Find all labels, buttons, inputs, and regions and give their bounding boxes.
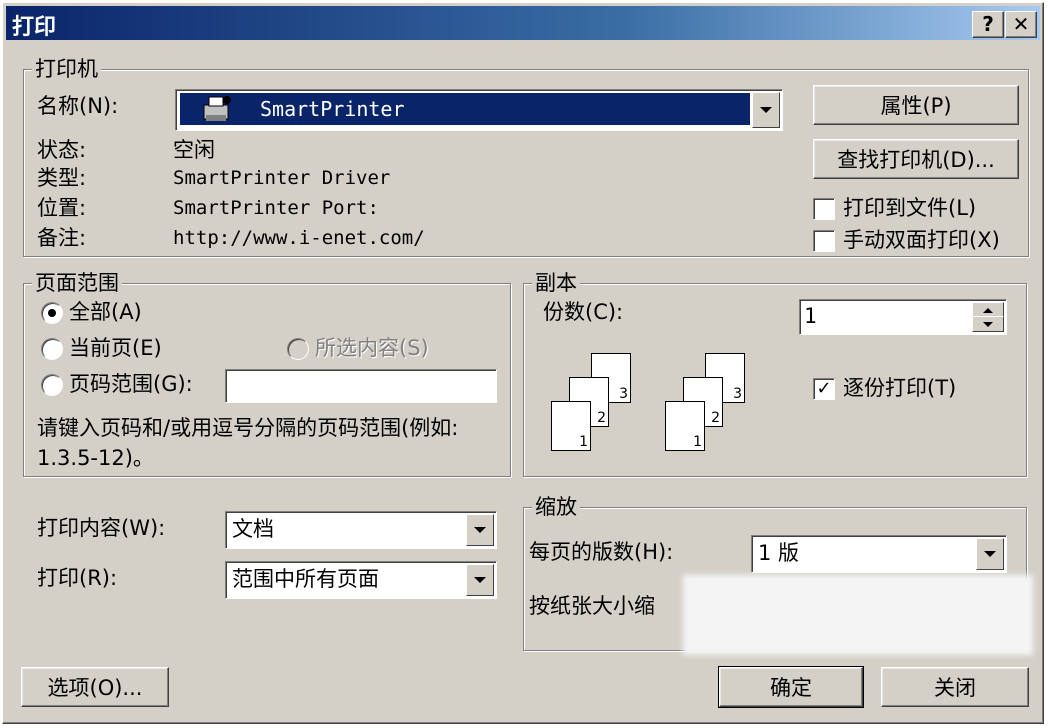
print-what-combo[interactable]: 文档 — [225, 511, 497, 549]
scale-to-paper-label: 按纸张大小缩 — [529, 594, 655, 618]
find-printer-button[interactable]: 查找打印机(D)... — [813, 139, 1019, 179]
range-pages-radio[interactable] — [41, 374, 63, 396]
print-label: 打印(R): — [37, 566, 118, 590]
range-current-label: 当前页(E) — [69, 336, 162, 360]
where-label: 位置: — [37, 196, 87, 220]
title-bar[interactable]: 打印 ? ✕ — [6, 6, 1040, 40]
spin-down-button[interactable] — [972, 316, 1004, 332]
chevron-down-icon — [474, 577, 486, 583]
chevron-down-icon — [474, 527, 486, 533]
range-pages-label: 页码范围(G): — [69, 372, 193, 396]
page-1-icon: 1 — [665, 401, 705, 451]
collate-stack-icon: 3 2 1 — [551, 353, 631, 453]
copies-spinner[interactable]: 1 — [799, 299, 1007, 335]
pages-per-sheet-dropdown-arrow[interactable] — [976, 538, 1004, 570]
copies-count-value: 1 — [804, 304, 817, 328]
copies-legend: 副本 — [532, 270, 580, 296]
comment-label: 备注: — [37, 226, 87, 250]
help-button[interactable]: ? — [972, 11, 1004, 38]
ok-button[interactable]: 确定 — [718, 666, 864, 708]
collate-checkbox[interactable]: ✓ — [813, 378, 835, 400]
collate-label: 逐份打印(T) — [843, 376, 957, 400]
comment-value: http://www.i-enet.com/ — [173, 227, 425, 249]
status-label: 状态: — [37, 138, 87, 162]
pages-per-sheet-label: 每页的版数(H): — [529, 540, 674, 564]
range-selection-label: 所选内容(S) — [315, 336, 429, 360]
close-button[interactable]: 关闭 — [881, 667, 1029, 707]
print-pages-dropdown-arrow[interactable] — [466, 564, 494, 596]
printer-name-value: SmartPrinter — [260, 97, 405, 121]
where-value: SmartPrinter Port: — [173, 197, 379, 219]
page-range-input[interactable] — [225, 369, 497, 403]
status-value: 空闲 — [173, 138, 215, 162]
manual-duplex-checkbox[interactable] — [813, 230, 835, 252]
collate-stack-icon-2: 3 2 1 — [665, 353, 745, 453]
print-pages-combo[interactable]: 范围中所有页面 — [225, 561, 497, 599]
range-selection-radio[interactable] — [287, 338, 309, 360]
print-pages-value: 范围中所有页面 — [232, 567, 379, 591]
printer-icon — [202, 95, 232, 123]
chevron-up-icon — [983, 307, 993, 313]
zoom-legend: 缩放 — [532, 494, 580, 520]
printer-dropdown-arrow[interactable] — [752, 92, 780, 128]
page-range-hint: 请键入页码和/或用逗号分隔的页码范围(例如: 1.3.5-12)。 — [37, 416, 459, 470]
window-title: 打印 — [12, 15, 57, 40]
printer-name-combo[interactable]: SmartPrinter — [175, 89, 783, 131]
range-all-label: 全部(A) — [69, 300, 142, 324]
pages-per-sheet-combo[interactable]: 1 版 — [751, 535, 1007, 573]
close-window-button[interactable]: ✕ — [1005, 11, 1037, 38]
type-value: SmartPrinter Driver — [173, 167, 391, 189]
type-label: 类型: — [37, 166, 87, 190]
print-what-dropdown-arrow[interactable] — [466, 514, 494, 546]
page-1-icon: 1 — [551, 401, 591, 451]
print-what-label: 打印内容(W): — [37, 516, 166, 540]
printer-name-label: 名称(N): — [37, 94, 119, 118]
printer-legend: 打印机 — [32, 56, 101, 82]
print-to-file-checkbox[interactable] — [813, 198, 835, 220]
properties-button[interactable]: 属性(P) — [813, 85, 1019, 125]
chevron-down-icon — [983, 321, 993, 327]
page-range-legend: 页面范围 — [32, 270, 122, 296]
pages-per-sheet-value: 1 版 — [758, 541, 800, 565]
obscured-area — [683, 575, 1033, 655]
copies-count-label: 份数(C): — [543, 300, 624, 324]
print-what-value: 文档 — [232, 517, 274, 541]
chevron-down-icon — [760, 107, 772, 113]
print-dialog: 打印 ? ✕ 打印机 名称(N): SmartPrinter 属性(P) 查找打… — [2, 2, 1044, 724]
chevron-down-icon — [984, 551, 996, 557]
manual-duplex-label: 手动双面打印(X) — [843, 228, 1000, 252]
range-all-radio[interactable] — [41, 302, 63, 324]
options-button[interactable]: 选项(O)... — [21, 667, 169, 707]
range-current-radio[interactable] — [41, 338, 63, 360]
print-to-file-label: 打印到文件(L) — [843, 196, 977, 220]
